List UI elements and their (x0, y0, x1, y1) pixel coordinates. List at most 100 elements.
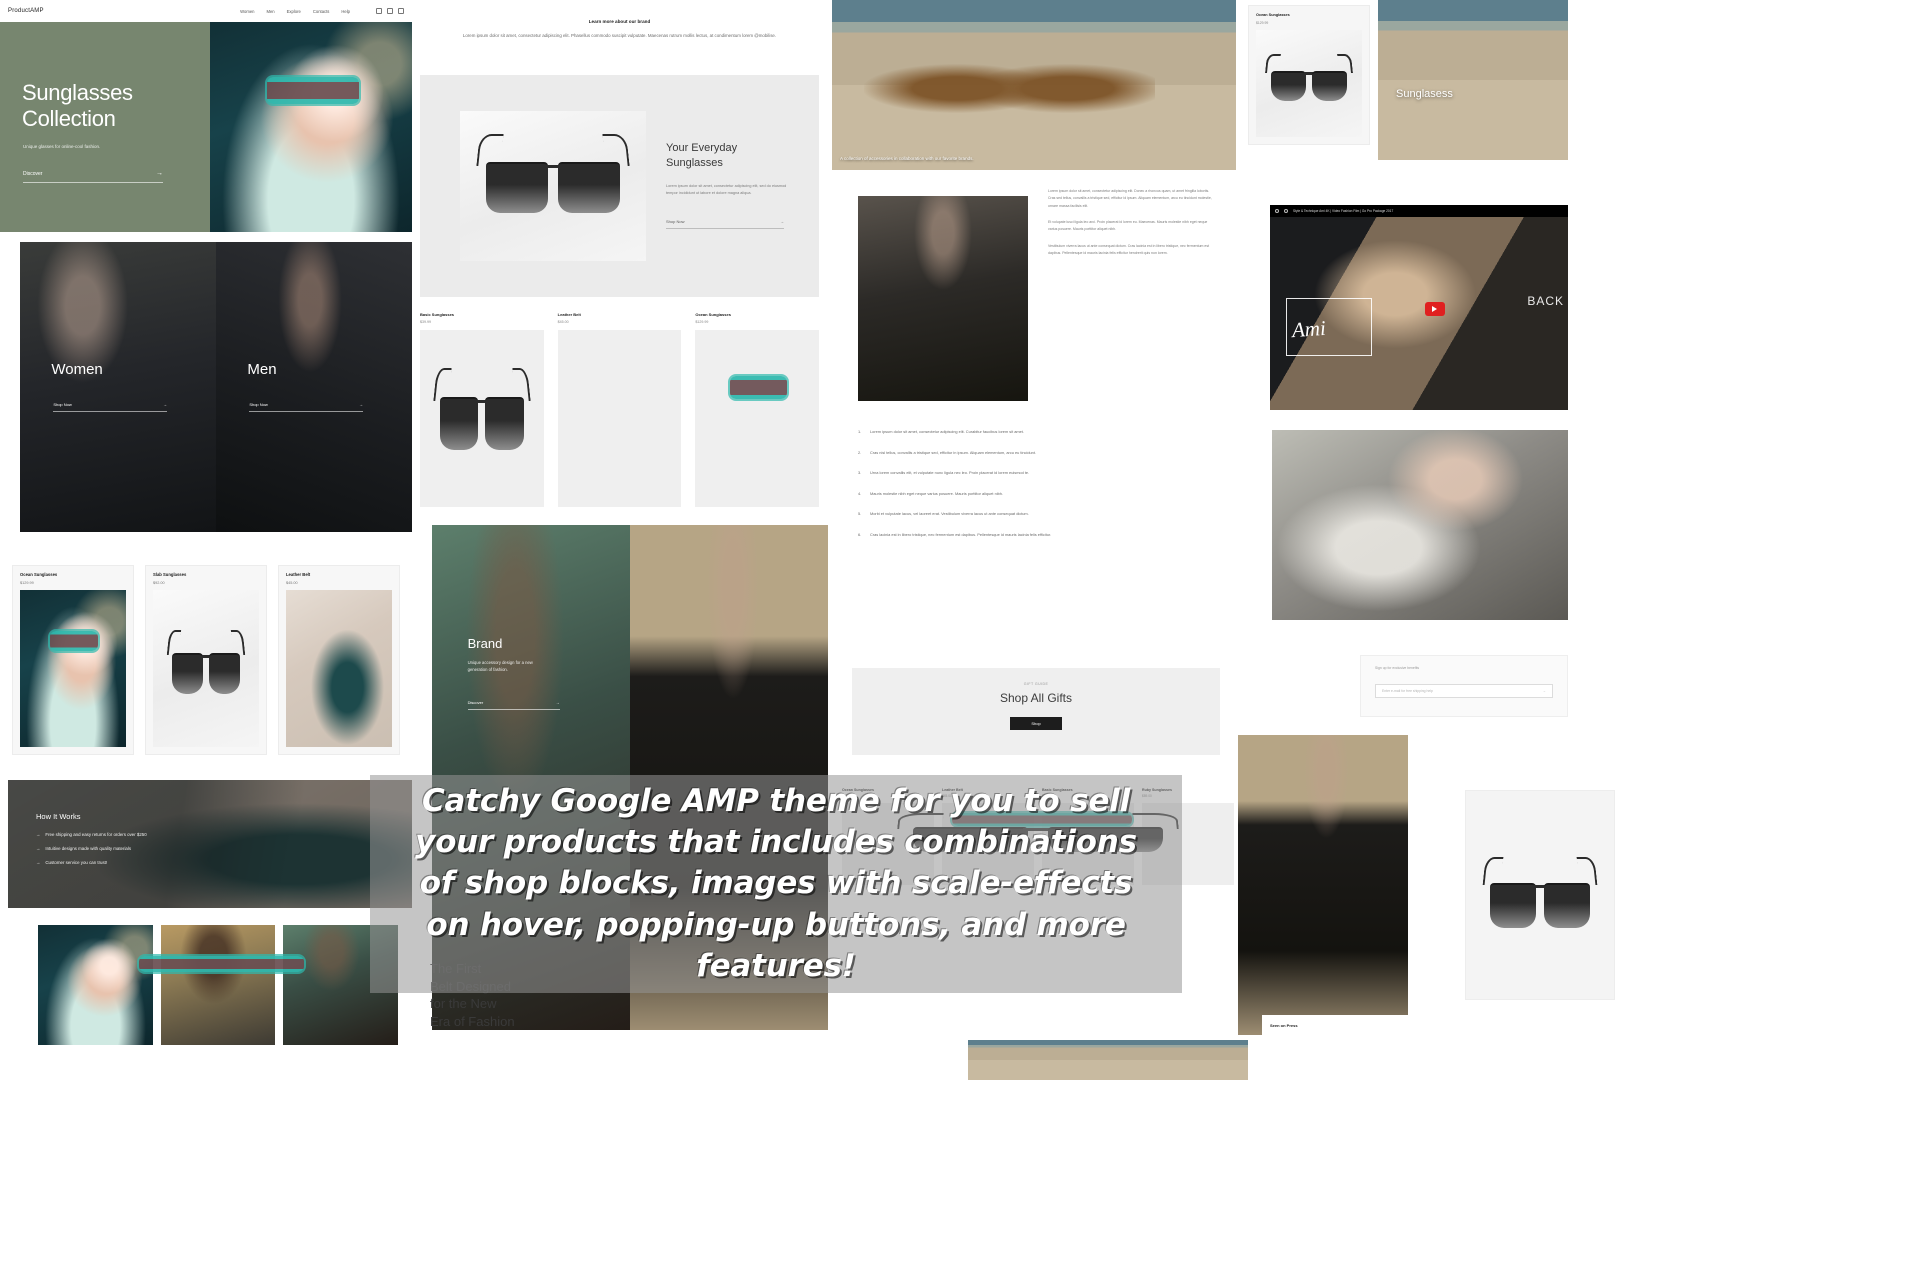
featured-title-line1: Your Everyday (666, 142, 738, 154)
list-number: 4. (858, 490, 862, 496)
sunglasses-icon (476, 133, 630, 213)
right-model-photo (1238, 735, 1408, 1035)
list-item: 2. Cras nisl tellus, convallis a tristiqu… (858, 449, 1216, 457)
nav-item-explore[interactable]: Explore (287, 9, 301, 14)
product-price: $129.99 (20, 581, 34, 585)
list-item: 6. Cras lacinia est in libero tristique, … (858, 531, 1216, 539)
nav-item-help[interactable]: Help (341, 9, 350, 14)
list-item-text: Free shipping and easy returns for order… (45, 832, 147, 837)
category-card-women[interactable]: Women Shop Now → (20, 242, 216, 532)
list-item: → Intuitive designs made with quality ma… (36, 846, 147, 851)
press-section: Seen on Press (1262, 1015, 1462, 1070)
sunglasses-icon (433, 368, 531, 451)
arrow-right-icon: → (162, 401, 167, 407)
thumbnail-girl-field[interactable] (160, 925, 276, 1045)
arrow-right-icon: → (36, 846, 41, 851)
product-price: $45.00 (286, 581, 298, 585)
page-title: Sunglasses Collection (22, 80, 133, 133)
video-stage[interactable]: Ami BACK (1270, 217, 1568, 410)
nav-item-men[interactable]: Men (266, 9, 274, 14)
product-price: $129.99 (695, 320, 709, 324)
list-item-text: Morbi et vulputate lacus, vel laoreet er… (870, 511, 1029, 517)
pause-icon[interactable] (1284, 209, 1288, 213)
right-sunglasses-card[interactable] (1465, 790, 1615, 1000)
video-script-word: Ami (1291, 316, 1327, 343)
arrow-right-icon: → (555, 699, 560, 705)
featured-product-title: Your Everyday Sunglasses (666, 141, 737, 170)
featured-shop-now-button[interactable]: Shop Now → (666, 219, 784, 229)
product-price: $39.99 (420, 320, 431, 324)
product-card-leather-belt[interactable]: Leather Belt $45.00 (278, 565, 400, 755)
sunglasses-icon (1265, 54, 1353, 101)
product-title: Ocean Sunglasses (695, 312, 731, 317)
product-detail-screenshot: Learn more about our brand Lorem ipsum d… (412, 0, 827, 515)
product-card[interactable]: Ocean Sunglasses $129.99 (695, 312, 820, 507)
arrow-right-icon[interactable]: → (1543, 689, 1546, 693)
play-icon[interactable] (1275, 209, 1279, 213)
beach-caption: A collection of accessories in collabora… (840, 156, 974, 161)
product-title: Ocean Sunglasses (20, 572, 58, 577)
theme-preview-collage: ProductAMP Women Men Explore Contacts He… (0, 0, 1920, 1280)
list-number: 1. (858, 429, 862, 434)
how-it-works-list: → Free shipping and easy returns for ord… (36, 832, 147, 874)
hero-discover-button[interactable]: Discover → (23, 170, 163, 183)
article-paragraph: Lorem ipsum dolor sit amet, consectetur … (1048, 189, 1212, 208)
hero-title-line1: Sunglasses (22, 80, 133, 105)
list-item: → Customer service you can trust! (36, 860, 147, 865)
beach-hero-screenshot: A collection of accessories in collabora… (832, 0, 1236, 170)
site-logo[interactable]: ProductAMP (8, 8, 44, 14)
category-card-men[interactable]: Men Shop Now → (216, 242, 412, 532)
thumbnail-row (38, 925, 399, 1045)
product-title: Basic Sunglasses (420, 312, 455, 317)
bottom-beach-strip (968, 1040, 1248, 1080)
list-item-text: Customer service you can trust! (45, 860, 108, 865)
email-placeholder: Enter e-mail for free shipping help (1382, 689, 1433, 693)
instagram-icon[interactable] (387, 8, 393, 14)
category-label-women: Women (51, 360, 103, 378)
list-item: 3. Urna lorem convallis elit, et vulputat… (858, 469, 1216, 477)
product-card[interactable]: Leather Belt $45.00 (557, 312, 682, 507)
product-thumbnail (286, 590, 392, 747)
women-shop-now-button[interactable]: Shop Now → (53, 402, 167, 412)
right-product-card[interactable]: Ocean Sunglasses $129.99 (1248, 5, 1370, 145)
product-card-slab-sunglasses[interactable]: Slab Sunglasses $92.00 (145, 565, 267, 755)
youtube-play-icon[interactable] (1424, 301, 1445, 316)
article-screenshot: Lorem ipsum dolor sit amet, consectetur … (836, 178, 1236, 638)
video-titlebar: Style & Technique Ami 4K | Video Fashion… (1270, 205, 1568, 217)
gifts-shop-button[interactable]: Shop (1010, 717, 1062, 730)
list-number: 5. (858, 511, 862, 517)
nav-item-contacts[interactable]: Contacts (313, 9, 330, 14)
product-title: Slab Sunglasses (153, 572, 187, 577)
men-cta-label: Shop Now (249, 401, 268, 407)
nav-item-women[interactable]: Women (240, 9, 254, 14)
right-beach-screenshot: Sunglasess (1378, 0, 1568, 160)
product-card[interactable]: Basic Sunglasses $39.99 (420, 312, 544, 507)
shopper-photo (1272, 430, 1568, 620)
brand-cta-label: Discover (467, 699, 484, 705)
list-item: 1. Lorem ipsum dolor sit amet, consectetu… (858, 428, 1216, 436)
promo-caption-overlay: Catchy Google AMP theme for you to sell … (370, 775, 1182, 993)
hero-cta-label: Discover (23, 170, 43, 177)
list-item-text: Cras lacinia est in libero tristique, ne… (870, 532, 1052, 538)
list-item-text: Urna lorem convallis elit, et vulputate … (870, 470, 1030, 476)
product-card-ocean-sunglasses[interactable]: Ocean Sunglasses $129.99 (12, 565, 134, 755)
list-item-text: Intuitive designs made with quality mate… (45, 846, 132, 851)
brand-note-title: Learn more about our brand (588, 19, 651, 24)
men-shop-now-button[interactable]: Shop Now → (249, 402, 363, 412)
product-price: $92.00 (153, 581, 165, 585)
social-links (376, 8, 404, 14)
article-paragraph: Vestibulum viverra lacus ut ante consequ… (1048, 243, 1210, 256)
twitter-icon[interactable] (376, 8, 382, 14)
article-paragraph: Et volupate lusci ligula leo arci. Proin… (1048, 220, 1208, 232)
list-item-text: Mauris molestie nibh eget neque varius p… (870, 490, 1004, 496)
brand-text: Unique accessory design for a new genera… (467, 660, 533, 673)
signup-kicker: Sign up for exclusive benefits (1375, 666, 1420, 670)
brand-note-body: Lorem ipsum dolor sit amet, consectetur … (462, 33, 777, 38)
brand-title: Brand (467, 636, 503, 652)
thumbnail-woman-sunglasses[interactable] (38, 925, 153, 1045)
facebook-icon[interactable] (398, 8, 404, 14)
brand-discover-button[interactable]: Discover → (467, 699, 560, 710)
hero-title-line2: Collection (22, 106, 116, 132)
email-field[interactable]: Enter e-mail for free shipping help → (1375, 684, 1553, 698)
promo-caption-text: Catchy Google AMP theme for you to sell … (415, 782, 1137, 984)
